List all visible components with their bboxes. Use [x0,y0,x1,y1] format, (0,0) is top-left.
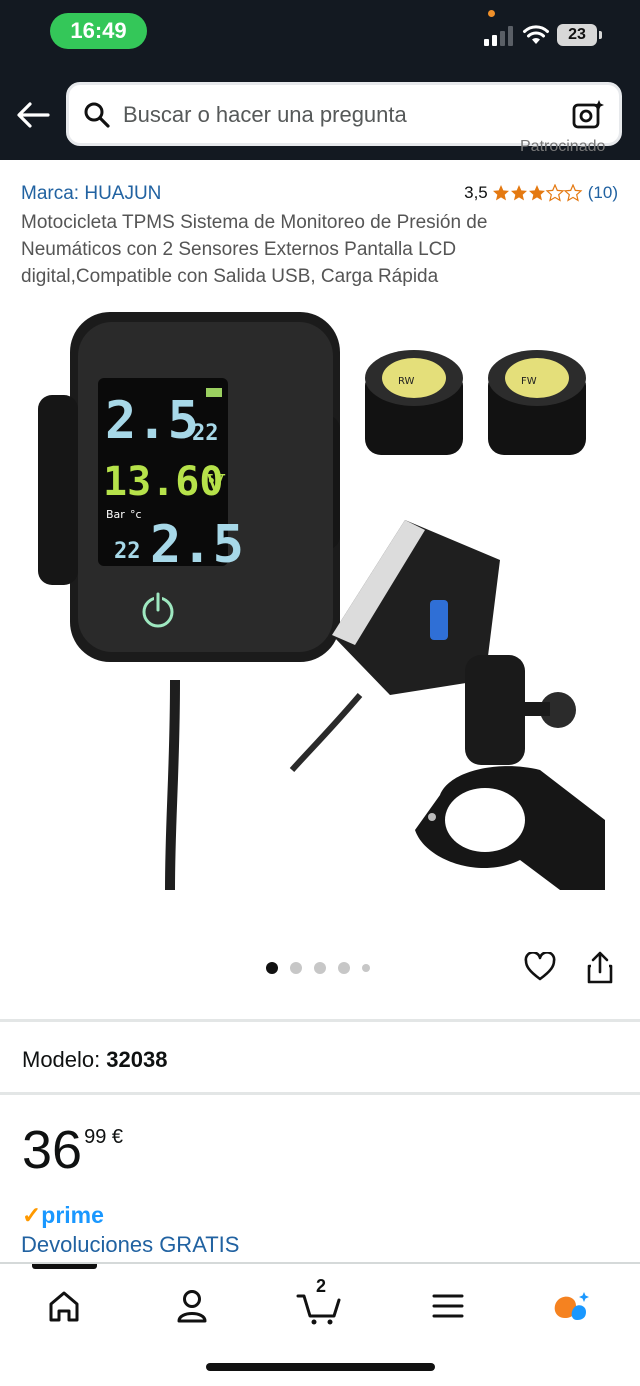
star-rating-icon [492,184,582,201]
status-time: 16:49 [50,13,147,49]
account-icon[interactable] [162,1284,222,1328]
image-carousel-indicator[interactable] [266,962,370,974]
search-input[interactable] [123,97,543,133]
carousel-dot[interactable] [338,962,350,974]
display-c-label: °c [130,508,142,521]
cart-count: 2 [316,1276,327,1296]
section-divider [0,1019,640,1022]
product-title: Motocicleta TPMS Sistema de Monitoreo de… [21,212,488,287]
carousel-dot[interactable] [266,962,278,974]
rating-value: 3,5 [464,183,488,202]
display-bottom-right: 2.5 [150,515,244,575]
menu-icon[interactable] [418,1284,478,1328]
brand-link[interactable]: Marca: HUAJUN [21,183,161,205]
back-arrow-icon[interactable] [14,100,52,130]
svg-text:RW: RW [398,376,415,387]
display-bottom-left: 22 [114,539,141,564]
home-icon[interactable] [34,1284,94,1328]
carousel-dot[interactable] [314,962,326,974]
model-value: 32038 [106,1047,168,1072]
display-unit: V [205,470,226,500]
sponsored-label: Patrocinado [520,138,606,155]
prime-label: prime [41,1202,104,1228]
active-tab-indicator [32,1264,97,1269]
prime-badge: ✓prime [22,1202,104,1229]
camera-search-icon[interactable] [571,98,605,132]
model-row: Modelo: 32038 [22,1047,167,1073]
price: 36 99 € [22,1120,123,1180]
privacy-indicator-dot [488,10,495,17]
prime-check-icon: ✓ [22,1202,42,1228]
share-icon[interactable] [586,950,614,984]
search-icon [84,102,110,128]
model-label: Modelo: [22,1047,101,1072]
rating-summary[interactable]: 3,5 (10) [464,183,618,203]
tire-sensor-rw: RW [365,350,463,455]
search-bar[interactable] [66,82,622,146]
tire-sensor-fw: FW [488,350,586,455]
battery-indicator: 23 [557,24,602,46]
display-top-right: 22 [192,421,219,446]
display-top-left: 2.5 [105,391,199,451]
app-header: 16:49 23 [0,0,640,160]
free-returns-link[interactable]: Devoluciones GRATIS [21,1232,239,1258]
wifi-icon [523,25,549,44]
product-image[interactable]: 2.5 22 13.60 V Bar °c 22 2.5 RW FW [30,300,620,910]
cellular-signal-icon [484,26,513,46]
carousel-dot[interactable] [290,962,302,974]
svg-text:FW: FW [521,376,537,387]
rufus-assistant-icon[interactable] [546,1284,606,1328]
heart-icon[interactable] [524,952,556,982]
carousel-dot[interactable] [362,964,370,972]
home-indicator-bar[interactable] [206,1363,435,1371]
price-fraction: 99 € [84,1126,124,1148]
section-divider [0,1092,640,1095]
display-bar-label: Bar [106,508,125,521]
rating-count: (10) [587,183,618,202]
price-whole: 36 [22,1120,83,1180]
